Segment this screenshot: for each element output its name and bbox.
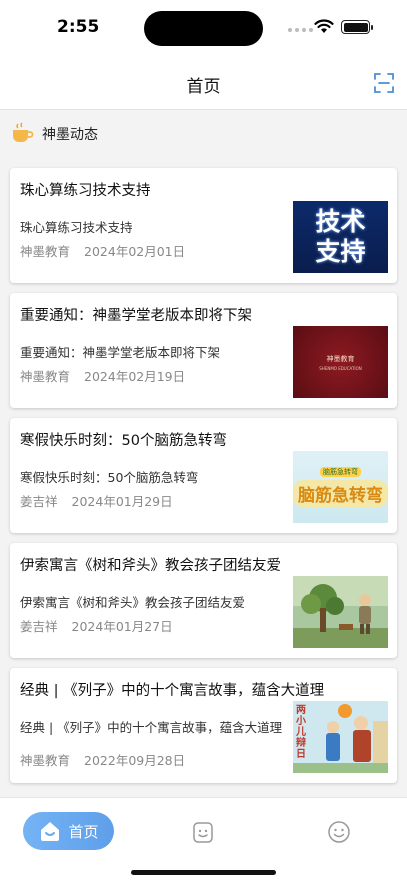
- article-title: 伊索寓言《树和斧头》教会孩子团结友爱: [20, 558, 281, 574]
- article-card[interactable]: 寒假快乐时刻：50个脑筋急转弯 寒假快乐时刻：50个脑筋急转弯 姜吉祥 2024年…: [10, 418, 397, 533]
- article-title: 珠心算练习技术支持: [20, 183, 151, 199]
- article-summary: 寒假快乐时刻：50个脑筋急转弯: [20, 470, 199, 485]
- article-date: 2024年02月01日: [84, 244, 186, 259]
- article-date: 2024年01月27日: [71, 619, 173, 634]
- status-time: 2:55: [57, 17, 100, 37]
- section-title: 神墨动态: [42, 127, 98, 143]
- tab-home[interactable]: 首页: [23, 812, 114, 850]
- article-author: 神墨教育: [20, 753, 71, 768]
- home-icon: [41, 822, 60, 841]
- thumbnail-text: 支持: [315, 237, 366, 266]
- article-summary: 伊索寓言《树和斧头》教会孩子团结友爱: [20, 595, 246, 610]
- article-meta: 姜吉祥 2024年01月29日: [20, 491, 173, 510]
- scan-icon[interactable]: [373, 72, 395, 94]
- wifi-icon: [314, 19, 334, 33]
- tab-home-label: 首页: [68, 822, 99, 841]
- thumbnail-text: 脑筋急转弯: [320, 467, 361, 477]
- article-thumbnail: 神墨教育 SHENMO EDUCATION: [293, 326, 388, 398]
- article-thumbnail: 两小儿辩日: [293, 701, 388, 773]
- thumbnail-text: 两小儿辩日: [296, 705, 306, 760]
- article-author: 姜吉祥: [20, 494, 58, 509]
- robot-face-icon[interactable]: [192, 820, 214, 844]
- section-header: 神墨动态: [0, 111, 407, 155]
- article-meta: 姜吉祥 2024年01月27日: [20, 616, 173, 635]
- thumbnail-text: 脑筋急转弯: [293, 480, 388, 507]
- article-author: 姜吉祥: [20, 619, 58, 634]
- article-card[interactable]: 伊索寓言《树和斧头》教会孩子团结友爱 伊索寓言《树和斧头》教会孩子团结友爱 姜吉…: [10, 543, 397, 658]
- article-title: 重要通知：神墨学堂老版本即将下架: [20, 308, 252, 324]
- article-date: 2024年01月29日: [71, 494, 173, 509]
- article-date: 2024年02月19日: [84, 369, 186, 384]
- article-card[interactable]: 重要通知：神墨学堂老版本即将下架 重要通知：神墨学堂老版本即将下架 神墨教育 20…: [10, 293, 397, 408]
- thumbnail-text: SHENMO EDUCATION: [319, 365, 362, 371]
- article-author: 神墨教育: [20, 369, 71, 384]
- article-title: 经典 | 《列子》中的十个寓言故事，蕴含大道理: [20, 683, 325, 699]
- navigation-bar: 首页: [0, 58, 407, 110]
- battery-icon: [341, 20, 373, 34]
- smiley-face-icon[interactable]: [327, 820, 351, 844]
- article-thumbnail: 技术 支持: [293, 201, 388, 273]
- status-bar: 2:55: [0, 0, 407, 58]
- home-indicator[interactable]: [131, 870, 276, 875]
- article-summary: 重要通知：神墨学堂老版本即将下架: [20, 345, 221, 360]
- coffee-cup-icon: [13, 122, 34, 142]
- article-date: 2022年09月28日: [84, 753, 186, 768]
- dynamic-island: [144, 11, 263, 46]
- article-meta: 神墨教育 2022年09月28日: [20, 750, 185, 769]
- article-title: 寒假快乐时刻：50个脑筋急转弯: [20, 433, 227, 449]
- article-summary: 经典 | 《列子》中的十个寓言故事，蕴含大道理: [20, 720, 283, 735]
- page-title: 首页: [186, 77, 221, 97]
- article-meta: 神墨教育 2024年02月01日: [20, 241, 185, 260]
- cellular-signal-icon: [288, 28, 313, 32]
- article-thumbnail: 脑筋急转弯 脑筋急转弯: [293, 451, 388, 523]
- article-card[interactable]: 珠心算练习技术支持 珠心算练习技术支持 神墨教育 2024年02月01日 技术 支…: [10, 168, 397, 283]
- article-thumbnail: [293, 576, 388, 648]
- thumbnail-text: 神墨教育: [326, 354, 355, 363]
- article-card[interactable]: 经典 | 《列子》中的十个寓言故事，蕴含大道理 经典 | 《列子》中的十个寓言故…: [10, 668, 397, 783]
- thumbnail-text: 技术: [315, 207, 366, 236]
- article-summary: 珠心算练习技术支持: [20, 220, 133, 235]
- article-meta: 神墨教育 2024年02月19日: [20, 366, 185, 385]
- article-author: 神墨教育: [20, 244, 71, 259]
